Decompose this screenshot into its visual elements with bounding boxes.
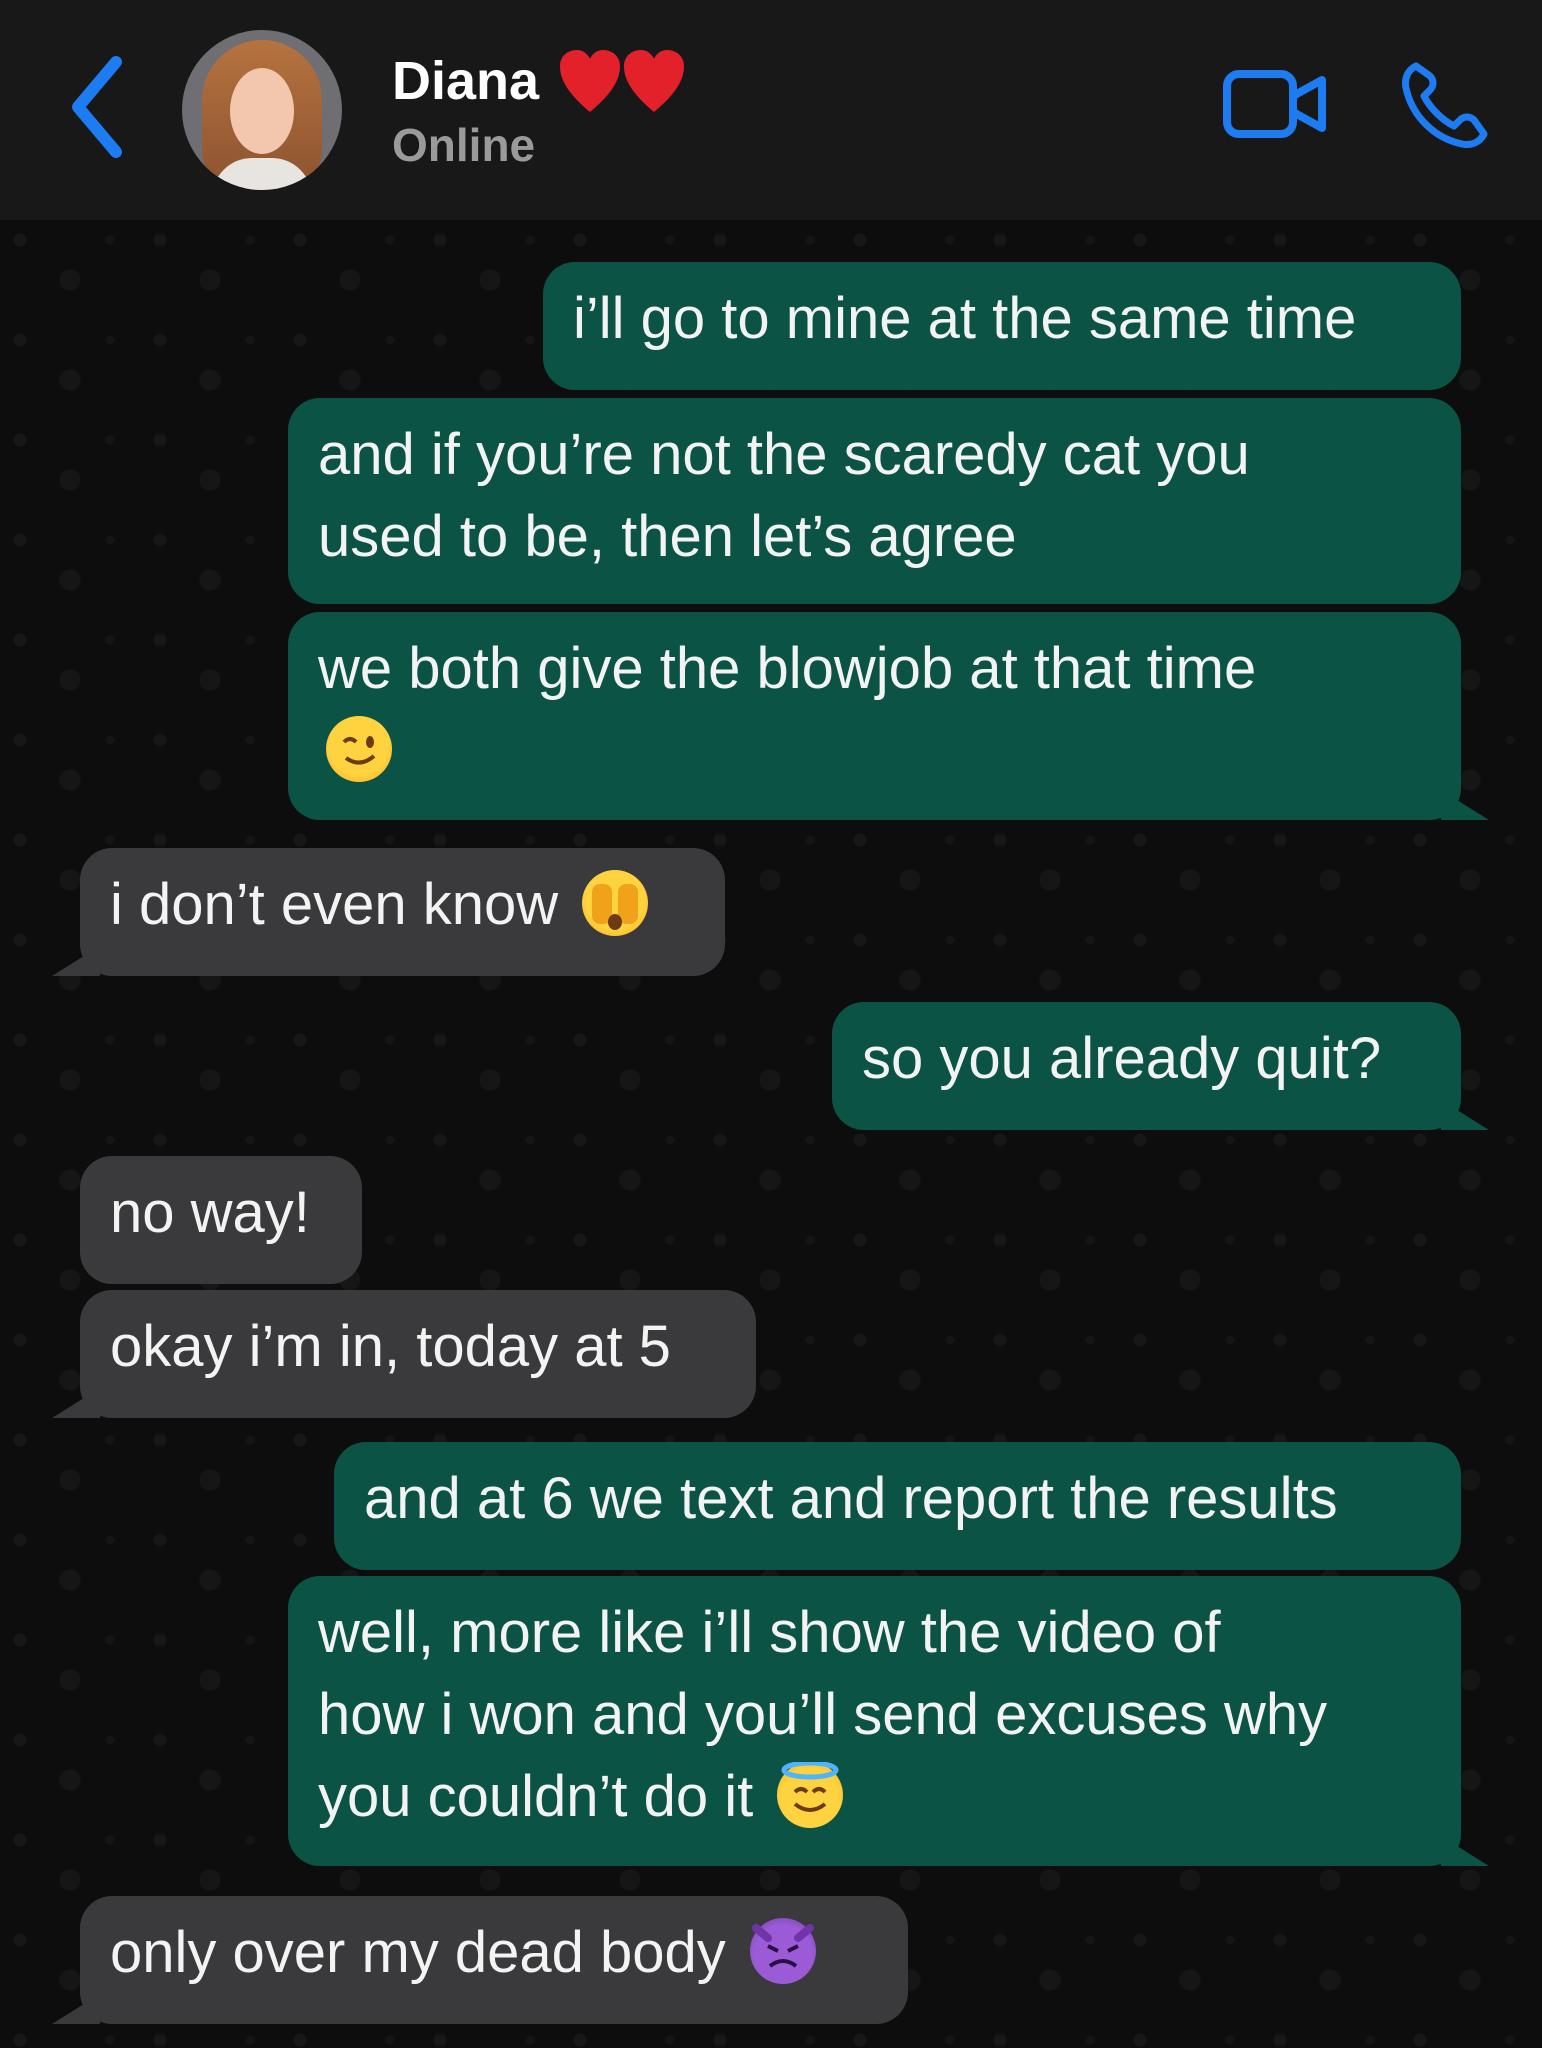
heart-icon xyxy=(624,50,684,112)
back-chevron-icon[interactable] xyxy=(64,52,144,162)
message-text: no way! xyxy=(110,1180,310,1245)
angry-face-with-horns-icon xyxy=(749,1917,816,1984)
chat-header: Diana Online xyxy=(0,0,1542,220)
message-text: okay i’m in, today at 5 xyxy=(110,1314,671,1379)
message-bubble-outgoing[interactable]: so you already quit? xyxy=(832,1002,1489,1130)
message-text: i’ll go to mine at the same time xyxy=(573,286,1357,351)
message-bubble-outgoing[interactable]: i’ll go to mine at the same time xyxy=(543,262,1461,390)
heart-icon xyxy=(560,50,620,112)
message-text: and at 6 we text and report the results xyxy=(364,1466,1338,1531)
message-bubble-outgoing[interactable]: and at 6 we text and report the results xyxy=(334,1442,1461,1570)
message-text-line: well, more like i’ll show the video of xyxy=(318,1600,1221,1665)
message-text-line: you couldn’t do it xyxy=(318,1764,754,1829)
smiling-face-with-halo-icon xyxy=(777,1761,844,1828)
phone-icon[interactable] xyxy=(1398,60,1488,152)
message-text-line: used to be, then let’s agree xyxy=(318,504,1017,569)
message-bubble-incoming[interactable]: no way! xyxy=(80,1156,362,1284)
message-bubble-outgoing[interactable]: well, more like i’ll show the video of h… xyxy=(288,1576,1489,1866)
message-text: so you already quit? xyxy=(862,1026,1382,1091)
status-text: Online xyxy=(392,119,536,171)
message-bubble-incoming[interactable]: i don’t even know xyxy=(52,848,725,976)
hearts-emoji xyxy=(558,48,688,116)
chat-area: i’ll go to mine at the same time and if … xyxy=(0,220,1542,2048)
message-text-line: how i won and you’ll send excuses why xyxy=(318,1682,1328,1747)
message-bubble-incoming[interactable]: okay i’m in, today at 5 xyxy=(52,1290,756,1418)
avatar[interactable] xyxy=(182,30,342,190)
message-bubble-outgoing[interactable]: and if you’re not the scaredy cat you us… xyxy=(288,398,1461,604)
winking-face-icon xyxy=(326,715,392,782)
message-text: only over my dead body xyxy=(110,1920,726,1985)
contact-name[interactable]: Diana xyxy=(392,50,539,112)
face-with-peeking-eye-icon xyxy=(582,869,649,936)
message-bubble-outgoing[interactable]: we both give the blowjob at that time xyxy=(288,612,1489,820)
message-bubble-incoming[interactable]: only over my dead body xyxy=(52,1896,908,2024)
message-text: we both give the blowjob at that time xyxy=(318,636,1257,701)
message-text-line: and if you’re not the scaredy cat you xyxy=(318,422,1250,487)
video-camera-icon[interactable] xyxy=(1222,66,1330,142)
message-text: i don’t even know xyxy=(110,872,559,937)
